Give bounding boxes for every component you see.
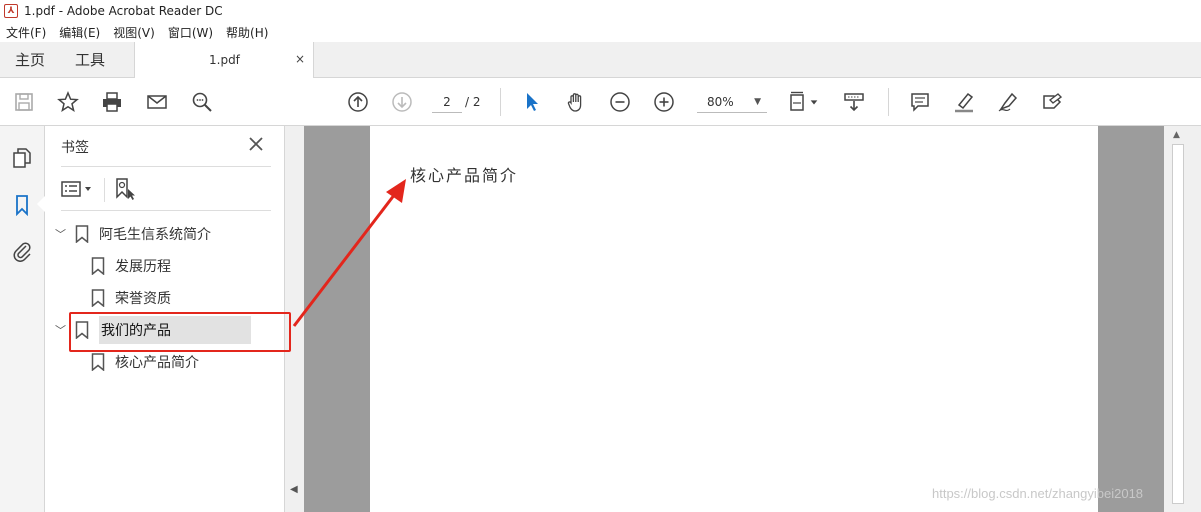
document-viewport[interactable]: 核心产品简介 — [304, 126, 1164, 512]
menu-view[interactable]: 视图(V) — [113, 24, 155, 41]
toolbar-divider — [104, 178, 105, 202]
zoom-dropdown[interactable]: 80% ▼ — [697, 91, 767, 113]
bookmark-item[interactable]: 发展历程 — [91, 253, 271, 279]
zoom-value: 80% — [707, 95, 734, 109]
attachment-icon[interactable] — [10, 239, 34, 263]
close-tab-button[interactable]: × — [295, 52, 305, 66]
tab-home[interactable]: 主页 — [15, 42, 45, 78]
document-tab-label: 1.pdf — [209, 53, 240, 67]
highlight-icon[interactable] — [952, 90, 976, 114]
bookmark-item[interactable]: 荣誉资质 — [91, 285, 271, 311]
scroll-mode-icon[interactable] — [842, 90, 866, 114]
hand-icon[interactable] — [564, 90, 588, 114]
acrobat-pdf-icon: ⅄ — [4, 4, 18, 18]
active-panel-indicator — [37, 196, 45, 212]
new-bookmark-button[interactable] — [113, 177, 137, 201]
menu-window[interactable]: 窗口(W) — [168, 24, 213, 41]
fit-dropdown-chevron-icon[interactable] — [808, 90, 820, 114]
panel-divider — [61, 166, 271, 167]
pdf-page: 核心产品简介 — [370, 126, 1098, 512]
new-bookmark-icon — [116, 178, 135, 200]
chevron-down-icon[interactable]: ﹀ — [55, 322, 69, 338]
list-options-icon — [61, 181, 91, 197]
tab-document[interactable]: 1.pdf × — [134, 42, 314, 79]
email-icon[interactable] — [145, 90, 169, 114]
tab-tools[interactable]: 工具 — [75, 42, 105, 78]
bookmark-icon — [91, 289, 105, 307]
chevron-down-icon: ▼ — [754, 97, 761, 107]
bookmark-options-button[interactable] — [61, 178, 97, 200]
save-icon[interactable] — [12, 90, 36, 114]
fill-sign-icon[interactable] — [1040, 90, 1064, 114]
bookmark-icon — [91, 257, 105, 275]
select-cursor-icon[interactable] — [520, 90, 544, 114]
page-total: / 2 — [465, 95, 481, 109]
sign-icon[interactable] — [996, 90, 1020, 114]
star-icon[interactable] — [56, 90, 80, 114]
scroll-thumb[interactable] — [1172, 144, 1184, 504]
panel-title: 书签 — [61, 140, 89, 156]
collapse-panel-arrow-icon[interactable]: ◀ — [290, 484, 298, 495]
chevron-down-icon[interactable]: ﹀ — [55, 226, 69, 242]
bookmark-item[interactable]: 核心产品简介 — [91, 349, 271, 375]
bookmark-item[interactable]: ﹀ 阿毛生信系统简介 — [55, 221, 270, 247]
pages-icon[interactable] — [10, 146, 34, 170]
zoom-out-icon[interactable] — [608, 90, 632, 114]
comment-icon[interactable] — [908, 90, 932, 114]
close-panel-button[interactable] — [248, 136, 264, 152]
bookmark-label: 阿毛生信系统简介 — [99, 227, 211, 243]
toolbar-divider — [888, 88, 889, 116]
left-navigation-rail — [0, 126, 45, 512]
tab-bar: 主页 工具 1.pdf × — [0, 42, 1201, 79]
toolbar-divider — [500, 88, 501, 116]
zoom-in-icon[interactable] — [652, 90, 676, 114]
page-down-icon[interactable] — [390, 90, 414, 114]
annotation-highlight-box — [69, 312, 291, 352]
panel-divider — [61, 210, 271, 211]
bookmark-icon — [91, 353, 105, 371]
page-number-input[interactable]: 2 — [432, 91, 462, 113]
main-toolbar: 2 / 2 80% ▼ — [0, 78, 1201, 126]
title-bar: ⅄ 1.pdf - Adobe Acrobat Reader DC — [0, 0, 1201, 22]
page-heading: 核心产品简介 — [410, 166, 519, 185]
bookmark-label: 荣誉资质 — [115, 291, 171, 307]
print-icon[interactable] — [100, 90, 124, 114]
menu-file[interactable]: 文件(F) — [6, 24, 46, 41]
bookmark-icon — [75, 225, 89, 243]
bookmark-label: 发展历程 — [115, 259, 171, 275]
scroll-up-arrow-icon[interactable]: ▲ — [1173, 130, 1180, 140]
menu-help[interactable]: 帮助(H) — [226, 24, 268, 41]
bookmark-label: 核心产品简介 — [115, 355, 199, 371]
search-zoom-icon[interactable] — [190, 90, 214, 114]
menu-edit[interactable]: 编辑(E) — [59, 24, 100, 41]
vertical-scrollbar[interactable]: ▲ — [1164, 126, 1201, 512]
fit-page-icon[interactable] — [786, 90, 810, 114]
menu-bar: 文件(F) 编辑(E) 视图(V) 窗口(W) 帮助(H) — [0, 22, 1201, 42]
watermark-text: https://blog.csdn.net/zhangyibei2018 — [932, 486, 1144, 501]
bookmark-icon[interactable] — [10, 193, 34, 217]
window-title: 1.pdf - Adobe Acrobat Reader DC — [24, 4, 223, 18]
page-up-icon[interactable] — [346, 90, 370, 114]
